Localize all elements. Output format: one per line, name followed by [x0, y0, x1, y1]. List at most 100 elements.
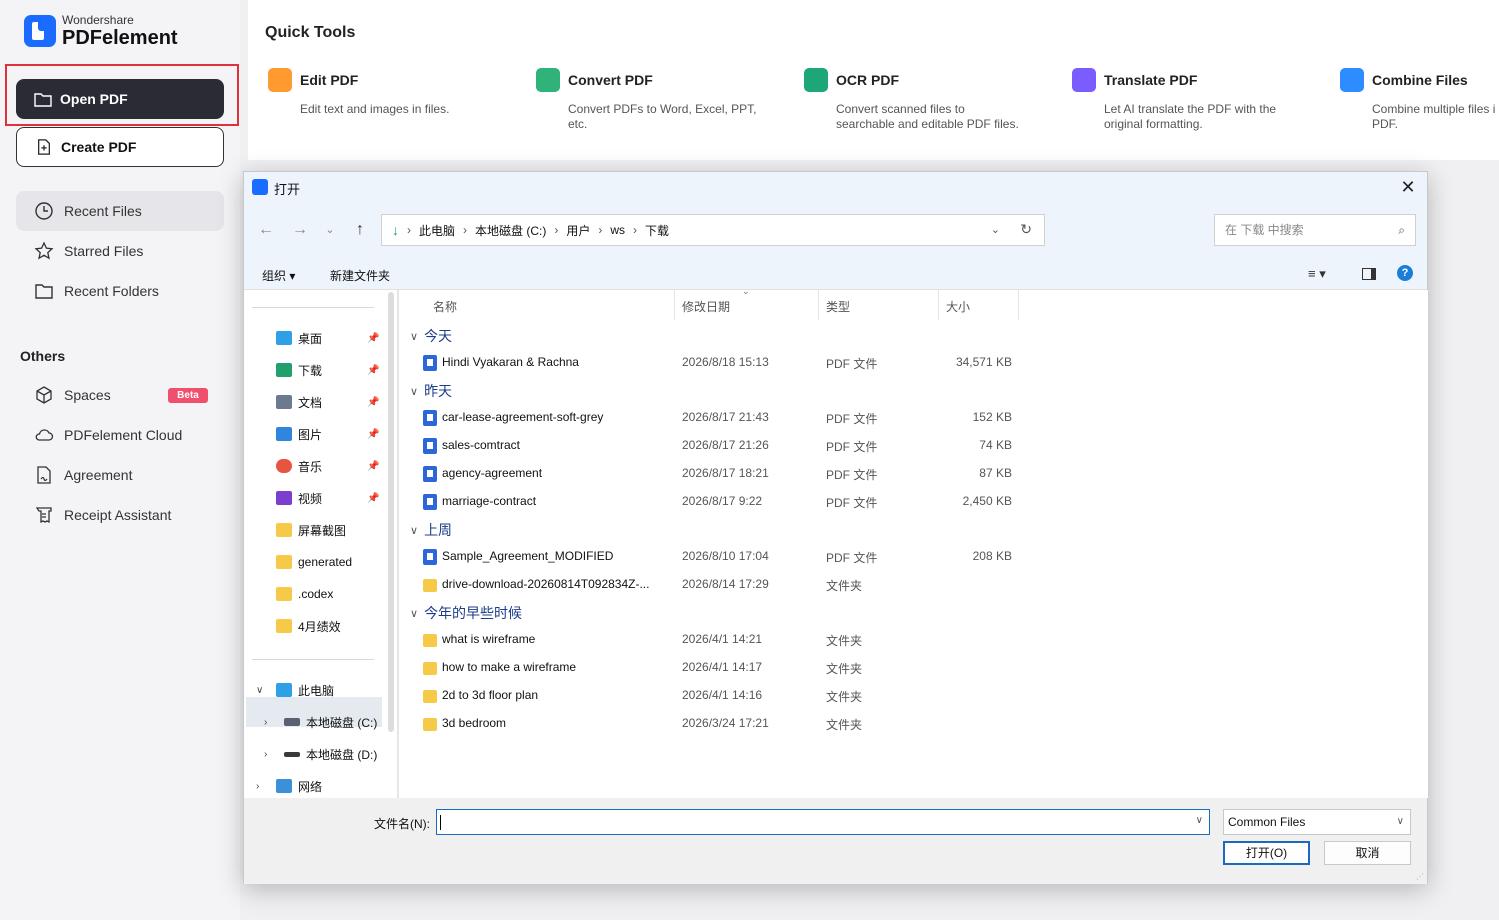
- view-options-icon[interactable]: ≡ ▾: [1308, 266, 1326, 282]
- breadcrumb-separator: ›: [463, 223, 468, 237]
- folder-row[interactable]: 2d to 3d floor plan 2026/4/1 14:16 文件夹: [400, 682, 1428, 710]
- folder-row[interactable]: how to make a wireframe 2026/4/1 14:17 文…: [400, 654, 1428, 682]
- address-bar[interactable]: ↓ › 此电脑 › 本地磁盘 (C:) › 用户 › ws › 下载 ⌄ ↻: [381, 214, 1045, 246]
- file-row[interactable]: sales-comtract 2026/8/17 21:26 PDF 文件 74…: [400, 432, 1428, 460]
- app-sidebar: Wondershare PDFelement Open PDF Create P…: [0, 0, 240, 920]
- tree-item-generated[interactable]: generated: [276, 552, 352, 572]
- file-date: 2026/8/17 21:26: [682, 438, 769, 452]
- back-arrow-icon[interactable]: ←: [256, 220, 276, 240]
- column-divider[interactable]: [818, 290, 819, 320]
- address-dropdown-icon[interactable]: ⌄: [991, 223, 1000, 236]
- file-date: 2026/8/17 9:22: [682, 494, 763, 508]
- file-row[interactable]: car-lease-agreement-soft-grey 2026/8/17 …: [400, 404, 1428, 432]
- tree-item-videos[interactable]: 视频: [276, 488, 322, 508]
- chevron-right-icon[interactable]: ›: [256, 781, 259, 792]
- file-row[interactable]: Hindi Vyakaran & Rachna 2026/8/18 15:13 …: [400, 349, 1428, 377]
- pin-icon: 📌: [367, 461, 380, 472]
- filename-input[interactable]: ∨: [436, 809, 1210, 835]
- tree-item-screenshots[interactable]: 屏幕截图: [276, 520, 346, 540]
- column-header-type[interactable]: 类型: [826, 298, 850, 315]
- tree-item-april-performance[interactable]: 4月绩效: [276, 616, 341, 636]
- breadcrumb-item[interactable]: 用户: [566, 222, 590, 239]
- tree-item-drive-d[interactable]: 本地磁盘 (D:): [284, 744, 377, 764]
- folder-row[interactable]: drive-download-20260814T092834Z-... 2026…: [400, 571, 1428, 599]
- tree-item-network[interactable]: 网络: [276, 776, 322, 796]
- folder-row[interactable]: 3d bedroom 2026/3/24 17:21 文件夹: [400, 710, 1428, 738]
- tree-item-documents[interactable]: 文档: [276, 392, 322, 412]
- dialog-toolbar: 组织 ▾ 新建文件夹 ≡ ▾ ?: [244, 258, 1427, 290]
- breadcrumb-item[interactable]: ws: [610, 223, 625, 237]
- tree-item-desktop[interactable]: 桌面: [276, 328, 322, 348]
- chevron-down-icon[interactable]: ∨: [256, 685, 263, 696]
- organize-menu[interactable]: 组织 ▾: [262, 267, 295, 284]
- group-header-yesterday[interactable]: ∨ 昨天: [410, 381, 452, 401]
- pdf-file-icon: [423, 438, 437, 454]
- forward-arrow-icon[interactable]: →: [290, 220, 310, 240]
- tree-item-music[interactable]: 音乐: [276, 456, 322, 476]
- file-row[interactable]: agency-agreement 2026/8/17 18:21 PDF 文件 …: [400, 460, 1428, 488]
- open-button[interactable]: 打开(O): [1223, 841, 1310, 865]
- file-row[interactable]: Sample_Agreement_MODIFIED 2026/8/10 17:0…: [400, 543, 1428, 571]
- column-divider[interactable]: [1018, 290, 1019, 320]
- tree-label: 下载: [298, 363, 323, 378]
- recent-locations-chevron-icon[interactable]: ⌄: [320, 220, 340, 240]
- file-row[interactable]: marriage-contract 2026/8/17 9:22 PDF 文件 …: [400, 488, 1428, 516]
- folder-row[interactable]: what is wireframe 2026/4/1 14:21 文件夹: [400, 626, 1428, 654]
- breadcrumb-item[interactable]: 本地磁盘 (C:): [475, 222, 546, 239]
- create-pdf-button[interactable]: Create PDF: [16, 127, 224, 167]
- logo-product: PDFelement: [62, 27, 178, 49]
- up-arrow-icon[interactable]: ↑: [350, 220, 370, 240]
- help-icon[interactable]: ?: [1397, 265, 1413, 281]
- column-divider[interactable]: [674, 290, 675, 320]
- preview-pane-icon[interactable]: [1362, 268, 1376, 280]
- logo-company: Wondershare: [62, 13, 134, 27]
- group-header-earlier-this-year[interactable]: ∨ 今年的早些时候: [410, 603, 522, 623]
- nav-recent-files[interactable]: Recent Files: [16, 191, 224, 231]
- file-name: how to make a wireframe: [442, 660, 577, 674]
- column-header-name[interactable]: 名称: [433, 298, 457, 315]
- breadcrumb-item[interactable]: 此电脑: [419, 222, 455, 239]
- cube-icon: [36, 386, 52, 404]
- file-type-value: Common Files: [1228, 815, 1306, 829]
- pictures-icon: [276, 427, 292, 441]
- new-folder-button[interactable]: 新建文件夹: [330, 267, 390, 284]
- dialog-footer: 文件名(N): ∨ Common Files ∨ 打开(O) 取消 ⋰: [244, 798, 1427, 884]
- tool-name: Combine Files: [1372, 72, 1468, 88]
- resize-grip-icon[interactable]: ⋰: [1416, 872, 1424, 881]
- nav-starred-files[interactable]: Starred Files: [16, 231, 224, 271]
- tree-item-pictures[interactable]: 图片: [276, 424, 322, 444]
- tree-item-drive-c[interactable]: 本地磁盘 (C:): [284, 712, 377, 732]
- chevron-down-icon[interactable]: ∨: [1196, 815, 1203, 826]
- folder-icon: [423, 662, 437, 675]
- app-logo: Wondershare PDFelement: [24, 14, 178, 48]
- translate-pdf-icon: [1072, 68, 1096, 92]
- desktop-icon: [276, 331, 292, 345]
- group-header-last-week[interactable]: ∨ 上周: [410, 520, 452, 540]
- nav-agreement[interactable]: Agreement: [16, 455, 224, 495]
- open-pdf-button[interactable]: Open PDF: [16, 79, 224, 119]
- nav-label: PDFelement Cloud: [64, 427, 183, 443]
- nav-pdfelement-cloud[interactable]: PDFelement Cloud: [16, 415, 224, 455]
- close-icon[interactable]: ✕: [1397, 176, 1419, 198]
- nav-receipt-assistant[interactable]: Receipt Assistant: [16, 495, 224, 535]
- tree-item-downloads[interactable]: 下载: [276, 360, 322, 380]
- breadcrumb-item[interactable]: 下载: [645, 222, 669, 239]
- file-type-select[interactable]: Common Files ∨: [1223, 809, 1411, 835]
- chevron-right-icon[interactable]: ›: [264, 749, 267, 760]
- cancel-button[interactable]: 取消: [1324, 841, 1411, 865]
- pane-divider[interactable]: [397, 290, 399, 798]
- tree-scrollbar[interactable]: [388, 292, 394, 732]
- file-size: 34,571 KB: [955, 355, 1012, 369]
- chevron-right-icon[interactable]: ›: [264, 717, 267, 728]
- column-divider[interactable]: [938, 290, 939, 320]
- tree-item-codex[interactable]: .codex: [276, 584, 333, 604]
- pdf-file-icon: [423, 549, 437, 565]
- column-header-date[interactable]: 修改日期: [682, 298, 730, 315]
- refresh-icon[interactable]: ↻: [1020, 221, 1032, 238]
- search-input[interactable]: 在 下载 中搜索 ⌕: [1214, 214, 1416, 246]
- breadcrumb-separator: ›: [554, 223, 559, 237]
- file-date: 2026/8/14 17:29: [682, 577, 769, 591]
- nav-recent-folders[interactable]: Recent Folders: [16, 271, 224, 311]
- group-header-today[interactable]: ∨ 今天: [410, 326, 452, 346]
- column-header-size[interactable]: 大小: [946, 298, 970, 315]
